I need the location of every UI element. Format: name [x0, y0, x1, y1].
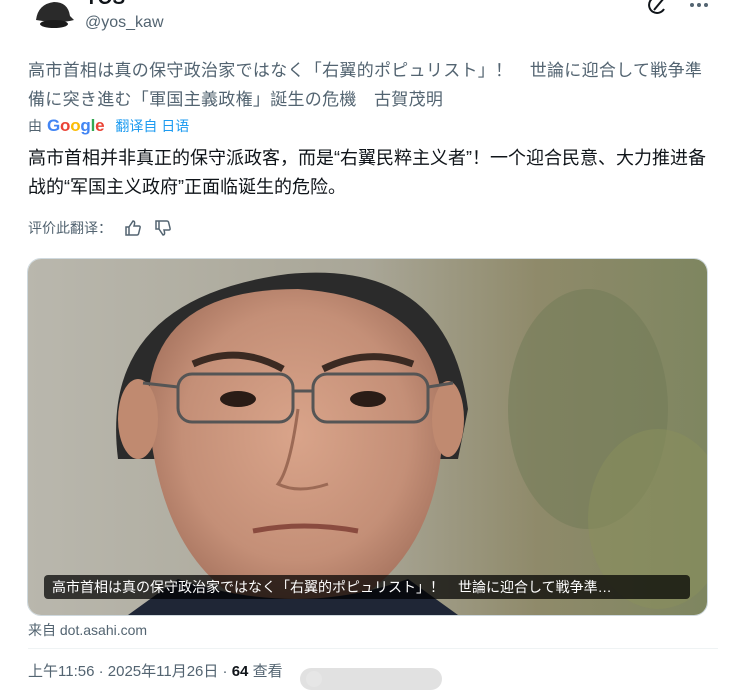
grok-icon[interactable] [646, 0, 668, 16]
link-source[interactable]: 来自 dot.asahi.com [28, 620, 147, 640]
preview-caption: 高市首相は真の保守政治家ではなく「右翼的ポピュリスト」！ 世論に迎合して戦争準… [44, 575, 690, 599]
preview-photo [28, 259, 707, 615]
more-icon[interactable] [688, 0, 710, 16]
post-metadata: 上午11:56 · 2025年11月26日 · 64 查看 [28, 660, 283, 681]
translation-prefix: 由 [28, 118, 42, 134]
view-label: 查看 [252, 663, 283, 680]
divider [28, 648, 718, 649]
avatar[interactable] [30, 0, 76, 36]
thumbs-up-icon[interactable] [124, 219, 142, 237]
google-logo: Google [47, 116, 105, 135]
post-timestamp[interactable]: 上午11:56 · 2025年11月26日 · [28, 663, 232, 680]
thumbs-down-icon[interactable] [154, 219, 172, 237]
view-count: 64 [231, 663, 249, 680]
watermark [300, 668, 442, 690]
author-display-name[interactable]: YOS [85, 0, 125, 10]
rate-translation-label: 评价此翻译： [28, 220, 112, 236]
translation-source-link[interactable]: 翻译自 日语 [115, 116, 189, 136]
translated-post-text: 高市首相并非真正的保守派政客，而是“右翼民粹主义者”！一个迎合民意、大力推进备战… [28, 148, 706, 197]
original-post-text: 高市首相は真の保守政治家ではなく「右翼的ポピュリスト」！ 世論に迎合して戦争準備… [28, 61, 703, 109]
translation-attribution: 由 Google 翻译自 日语 [28, 116, 189, 136]
author-handle[interactable]: @yos_kaw [85, 14, 164, 32]
rate-translation: 评价此翻译： [28, 218, 172, 238]
link-preview-card[interactable] [27, 258, 708, 616]
